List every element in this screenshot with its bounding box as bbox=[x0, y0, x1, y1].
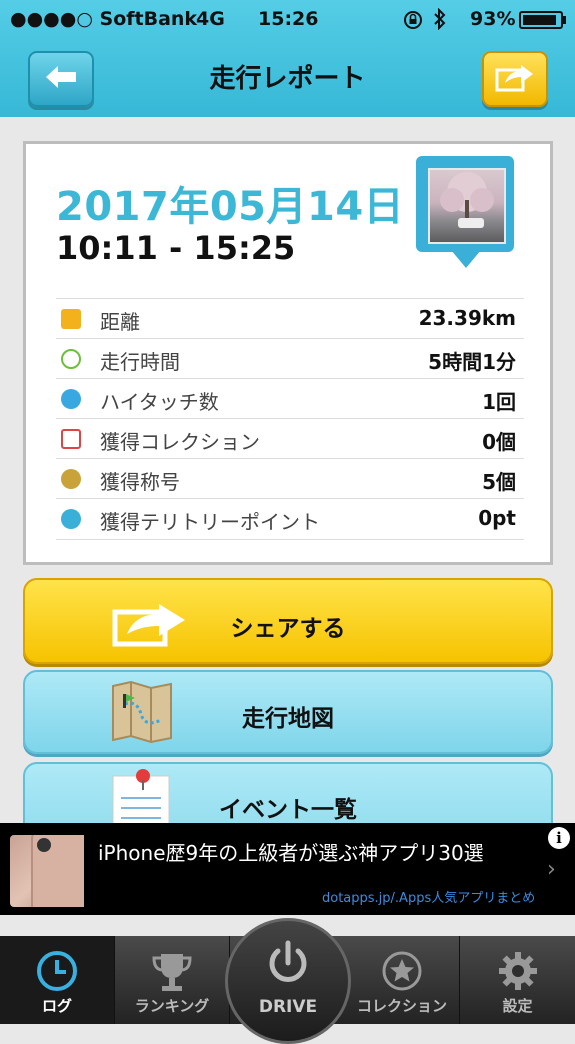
tab-settings[interactable]: 設定 bbox=[460, 936, 575, 1024]
stat-label: 獲得コレクション bbox=[100, 430, 260, 454]
trophy-icon bbox=[151, 950, 193, 998]
stat-value: 0pt bbox=[478, 506, 516, 530]
share-arrow-icon bbox=[495, 61, 535, 97]
battery-icon bbox=[519, 11, 563, 29]
medal-icon bbox=[61, 469, 81, 489]
stat-value: 23.39km bbox=[418, 306, 516, 330]
share-label: シェアする bbox=[230, 616, 346, 642]
report-date: 2017年05月14日 bbox=[56, 184, 405, 230]
stat-label: 距離 bbox=[100, 310, 140, 334]
carrier-label: ●●●●○ SoftBank bbox=[10, 8, 198, 30]
stat-label: 獲得称号 bbox=[100, 470, 180, 494]
stat-row-high-five: ハイタッチ数 1回 bbox=[56, 378, 524, 419]
drive-label: DRIVE bbox=[258, 997, 318, 1017]
report-time-range: 10:11 - 15:25 bbox=[56, 229, 296, 267]
stat-row-drive-time: 走行時間 5時間1分 bbox=[56, 338, 524, 379]
stat-row-collection: 獲得コレクション 0個 bbox=[56, 418, 524, 459]
tab-collection[interactable]: コレクション bbox=[345, 936, 460, 1024]
stat-label: 走行時間 bbox=[100, 350, 180, 374]
stat-row-territory: 獲得テリトリーポイント 0pt bbox=[56, 498, 524, 540]
tab-log[interactable]: ログ bbox=[0, 936, 115, 1024]
stat-label: ハイタッチ数 bbox=[100, 390, 219, 414]
report-card: 2017年05月14日 10:11 - 15:25 距離 23.39km 走行時… bbox=[23, 141, 553, 565]
ad-title[interactable]: iPhone歴9年の上級者が選ぶ神アプリ30選 bbox=[98, 837, 484, 866]
spot-icon bbox=[61, 509, 81, 529]
network-label: 4G bbox=[196, 8, 225, 30]
event-list-label: イベント一覧 bbox=[219, 797, 357, 823]
drive-button[interactable]: DRIVE bbox=[225, 918, 351, 1044]
stat-row-distance: 距離 23.39km bbox=[56, 298, 524, 339]
stat-row-titles: 獲得称号 5個 bbox=[56, 458, 524, 499]
km-icon bbox=[61, 309, 81, 329]
tab-settings-label: 設定 bbox=[502, 997, 533, 1015]
clock-icon bbox=[61, 349, 81, 369]
ad-banner[interactable]: iPhone歴9年の上級者が選ぶ神アプリ30選 dotapps.jp/.Apps… bbox=[0, 823, 575, 916]
battery-fill bbox=[523, 15, 557, 25]
status-bar: ●●●●○ SoftBank 4G 15:26 93% bbox=[0, 0, 575, 40]
clock-icon bbox=[36, 950, 78, 996]
tab-ranking[interactable]: ランキング bbox=[115, 936, 230, 1024]
power-icon bbox=[266, 939, 310, 993]
bluetooth-icon bbox=[433, 7, 447, 35]
tab-log-label: ログ bbox=[41, 997, 72, 1015]
gear-icon bbox=[497, 950, 539, 996]
pin-tail bbox=[451, 250, 481, 268]
rotation-lock-icon bbox=[403, 10, 423, 35]
tab-collection-label: コレクション bbox=[356, 997, 447, 1015]
star-icon bbox=[381, 950, 423, 996]
share-button[interactable]: シェアする bbox=[23, 578, 553, 664]
drive-map-button[interactable]: 走行地図 bbox=[23, 670, 553, 754]
ad-source[interactable]: dotapps.jp/.Apps人気アプリまとめ bbox=[322, 887, 535, 906]
battery-tip bbox=[563, 16, 566, 24]
stat-value: 5個 bbox=[482, 470, 516, 494]
clock-label: 15:26 bbox=[258, 8, 319, 30]
stat-value: 0個 bbox=[482, 430, 516, 454]
tab-ranking-label: ランキング bbox=[134, 997, 210, 1015]
drive-map-label: 走行地図 bbox=[242, 706, 334, 732]
drive-photo[interactable] bbox=[428, 168, 506, 244]
high-five-icon bbox=[61, 389, 81, 409]
stat-value: 1回 bbox=[482, 390, 516, 414]
battery-percent: 93% bbox=[470, 8, 516, 30]
car-icon bbox=[61, 429, 81, 449]
ad-info-icon[interactable]: i bbox=[548, 827, 570, 849]
stat-value: 5時間1分 bbox=[428, 350, 516, 374]
share-header-button[interactable] bbox=[482, 51, 548, 107]
chevron-right-icon[interactable]: › bbox=[547, 857, 556, 882]
ad-image[interactable] bbox=[10, 828, 93, 916]
stat-label: 獲得テリトリーポイント bbox=[100, 510, 320, 534]
